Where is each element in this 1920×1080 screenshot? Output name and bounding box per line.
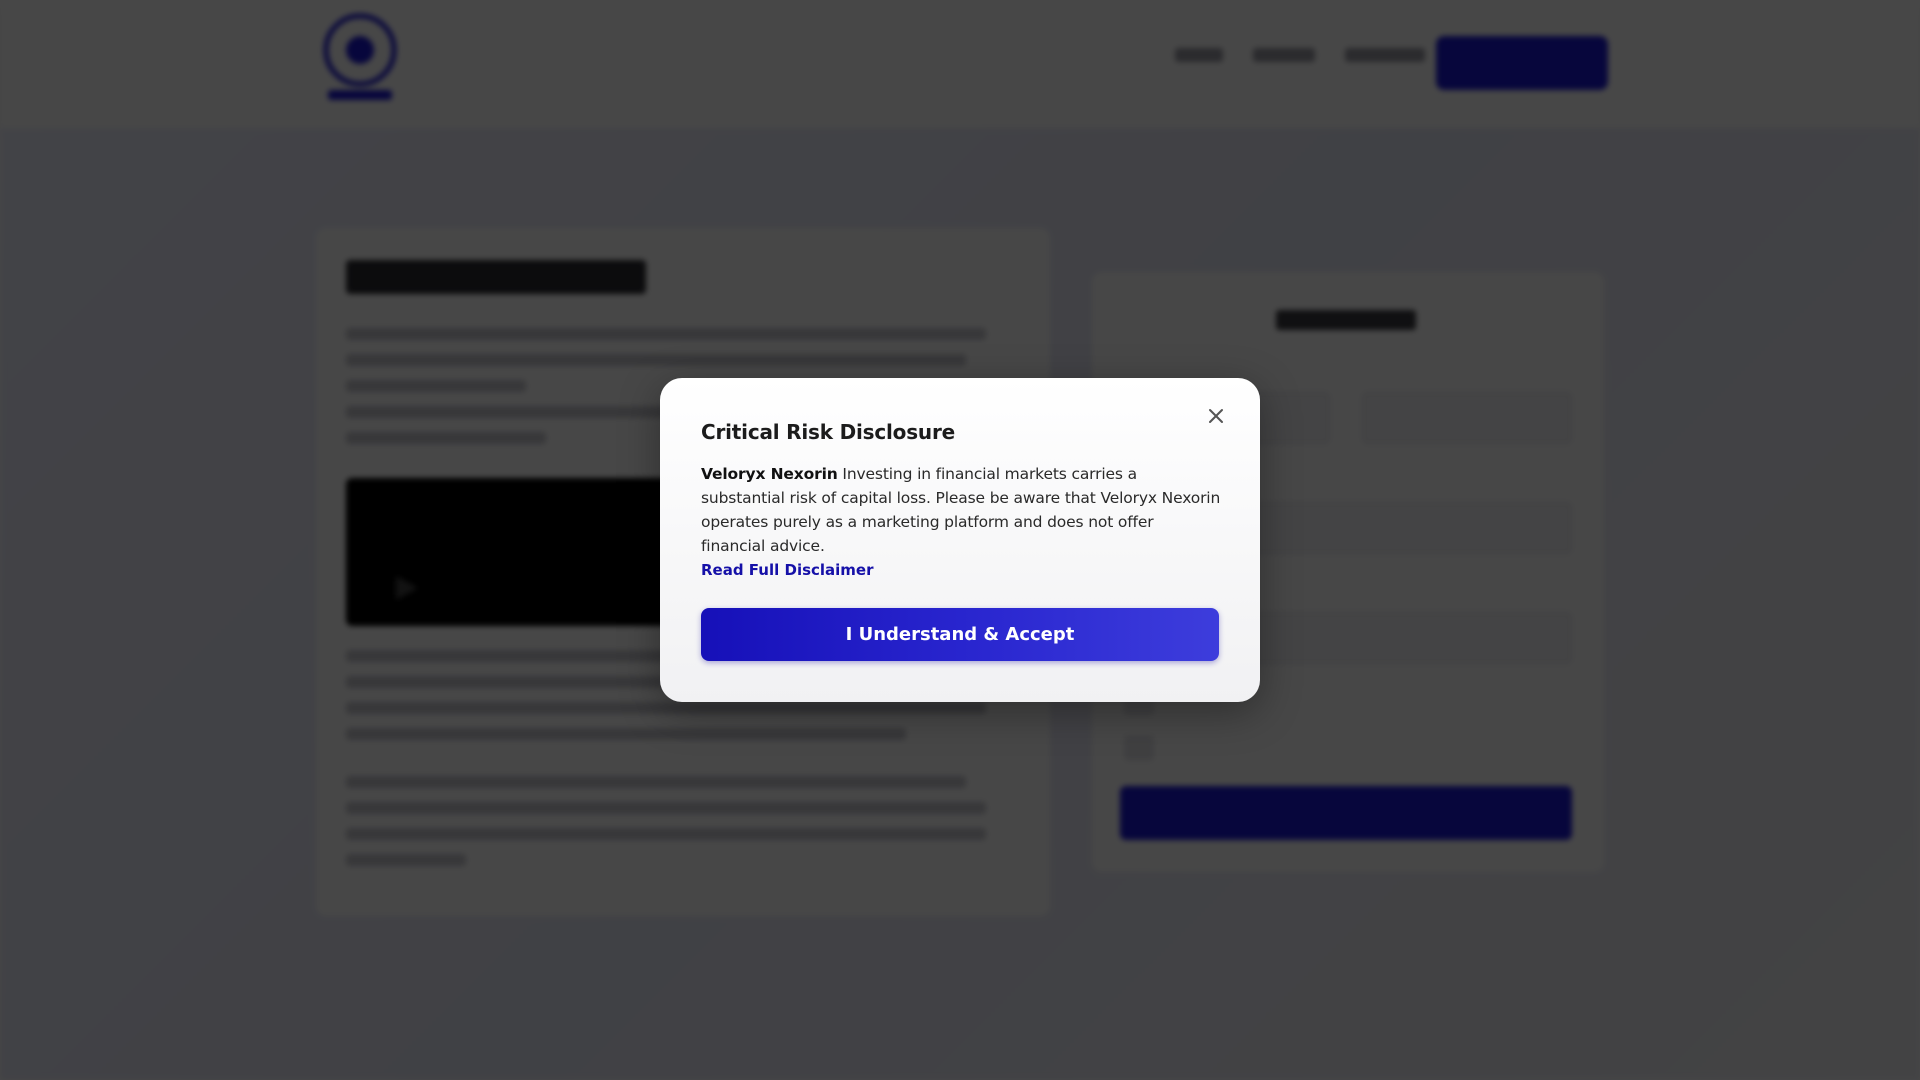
- close-icon: [1209, 409, 1223, 423]
- modal-body: Veloryx Nexorin Investing in financial m…: [701, 462, 1221, 558]
- modal-title: Critical Risk Disclosure: [701, 420, 955, 444]
- accept-button[interactable]: I Understand & Accept: [701, 608, 1219, 661]
- read-disclaimer-link[interactable]: Read Full Disclaimer: [701, 561, 874, 579]
- risk-disclosure-modal: Critical Risk Disclosure Veloryx Nexorin…: [660, 378, 1260, 702]
- close-button[interactable]: [1200, 400, 1232, 432]
- brand-name: Veloryx Nexorin: [701, 465, 838, 483]
